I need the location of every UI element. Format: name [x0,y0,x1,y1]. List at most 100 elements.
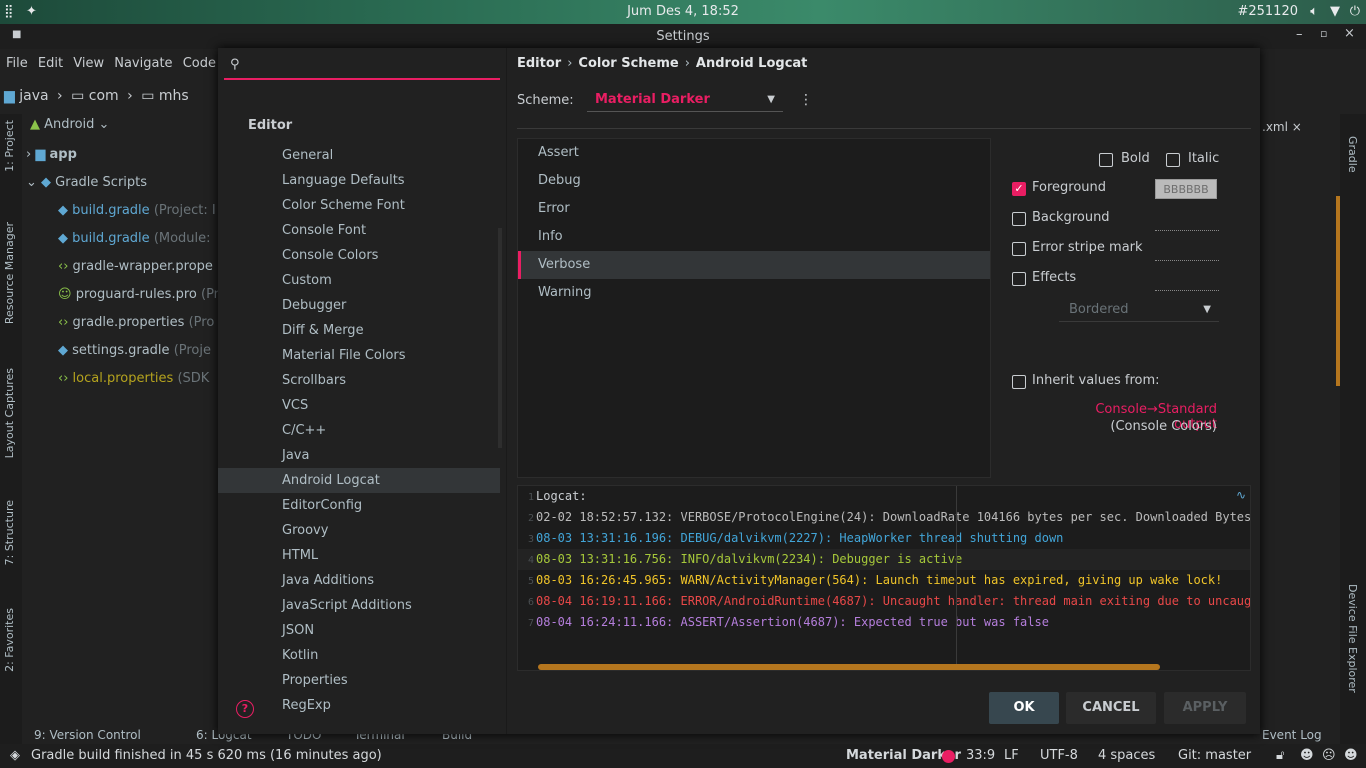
nav-item[interactable]: Groovy [282,518,328,543]
menu-navigate[interactable]: Navigate [114,56,172,71]
tab-structure[interactable]: 7: Structure [3,500,16,565]
crumb-mhs[interactable]: mhs [159,88,189,104]
nav-item[interactable]: Language Defaults [282,168,405,193]
inherit-checkbox[interactable] [1012,375,1026,389]
search-input[interactable] [252,56,492,76]
vcs-branch[interactable]: Git: master [1178,744,1251,768]
tree-item-app[interactable]: › ▆ app [26,141,222,169]
tab-project[interactable]: 1: Project [3,120,16,172]
crumb-com[interactable]: com [89,88,119,104]
close-icon[interactable]: × [1292,120,1302,134]
face-icon[interactable]: ☹ [1322,744,1336,768]
project-tree: ▲ Android ⌄ › ▆ app ⌄ ◆ Gradle Scripts ◆… [22,117,222,719]
italic-checkbox[interactable] [1166,153,1180,167]
nav-item[interactable]: Console Colors [282,243,378,268]
menu-code[interactable]: Code [183,56,216,71]
settings-nav-tree: Editor General Language Defaults Color S… [218,82,500,713]
nav-item[interactable]: Debugger [282,293,346,318]
nav-item[interactable]: Scrollbars [282,368,346,393]
volume-icon[interactable]: 🔈︎ [1310,4,1318,19]
italic-label: Italic [1188,151,1220,166]
list-item[interactable]: Assert [518,139,990,167]
nav-item[interactable]: Material File Colors [282,343,406,368]
editor-scroll-marker [1336,196,1340,386]
line-separator[interactable]: LF [1004,744,1019,768]
window-menu-icon[interactable]: ■ [12,29,21,40]
nav-item[interactable]: General [282,143,333,168]
list-item[interactable]: Debug [518,167,990,195]
chevron-right-icon: › [684,56,690,71]
indent-setting[interactable]: 4 spaces [1098,744,1155,768]
crumb-java[interactable]: java [19,88,48,104]
analyze-icon[interactable]: ∿ [1236,488,1246,502]
logcat-preview[interactable]: 1 Logcat: 2 02-02 18:52:57.132: VERBOSE/Pr… [517,485,1251,671]
background-checkbox[interactable] [1012,212,1026,226]
lock-icon[interactable]: 🔓︎ [1276,744,1284,768]
minimize-icon[interactable]: – [1296,27,1303,42]
nav-item[interactable]: Diff & Merge [282,318,364,343]
nav-item[interactable]: JavaScript Additions [282,593,412,618]
power-icon[interactable]: ⏻ [1350,4,1360,19]
nav-item[interactable]: Color Scheme Font [282,193,405,218]
effects-color-field[interactable] [1155,290,1219,291]
wifi-icon[interactable]: ▼ [1330,4,1340,19]
nav-header-editor[interactable]: Editor [248,118,292,133]
nav-item[interactable]: Java Additions [282,568,374,593]
list-item[interactable]: Info [518,223,990,251]
foreground-checkbox[interactable]: ✓ [1012,182,1026,196]
menu-view[interactable]: View [73,56,104,71]
face-icon[interactable]: ☻ [1300,744,1314,768]
effects-type-select[interactable]: Bordered ▼ [1059,298,1219,322]
clock[interactable]: Jum Des 4, 18:52 [0,4,1366,19]
bold-checkbox[interactable] [1099,153,1113,167]
tab-favorites[interactable]: 2: Favorites [3,608,16,672]
nav-item-selected[interactable]: Android Logcat [218,468,500,493]
tab-device-file-explorer[interactable]: Device File Explorer [1346,584,1359,693]
nav-item[interactable]: EditorConfig [282,493,362,518]
file-encoding[interactable]: UTF-8 [1040,744,1078,768]
nav-item[interactable]: JSON [282,618,314,643]
nav-item[interactable]: Console Font [282,218,366,243]
menu-file[interactable]: File [6,56,28,71]
nav-scrollbar[interactable] [498,228,502,448]
apply-button[interactable]: APPLY [1164,692,1246,724]
scheme-select[interactable]: Material Darker ▼ [587,88,783,112]
tab-version-control[interactable]: 9: Version Control [34,724,141,746]
tab-event-log[interactable]: Event Log [1262,724,1322,746]
nav-item[interactable]: VCS [282,393,308,418]
error-stripe-color-field[interactable] [1155,260,1219,261]
cursor-position[interactable]: 33:9 [966,744,995,768]
tab-layout-captures[interactable]: Layout Captures [3,368,16,458]
nav-item[interactable]: C/C++ [282,418,326,443]
search-icon: ⚲ [230,57,240,72]
right-margin-guide [956,486,957,670]
tab-gradle[interactable]: Gradle [1346,136,1359,173]
tree-item-gradle-scripts[interactable]: ⌄ ◆ Gradle Scripts [26,169,222,197]
preview-scrollbar[interactable] [538,664,1160,670]
editor-tab[interactable]: .xml × [1262,120,1302,134]
ok-button[interactable]: OK [989,692,1059,724]
list-item[interactable]: Warning [518,279,990,307]
project-view-select[interactable]: ▲ Android ⌄ [30,111,226,139]
help-icon[interactable]: ? [236,700,254,718]
foreground-color-swatch[interactable]: BBBBBB [1155,179,1217,199]
nav-item[interactable]: HTML [282,543,318,568]
status-message[interactable]: Gradle build finished in 45 s 620 ms (16… [31,744,382,768]
nav-item[interactable]: Java [282,443,309,468]
list-item[interactable]: Error [518,195,990,223]
close-icon[interactable]: × [1344,26,1355,41]
nav-item[interactable]: RegExp [282,693,331,718]
list-item-selected[interactable]: Verbose [518,251,990,279]
background-color-field[interactable] [1155,230,1219,231]
effects-checkbox[interactable] [1012,272,1026,286]
maximize-icon[interactable]: ▫ [1320,27,1327,40]
nav-item[interactable]: Properties [282,668,348,693]
menu-edit[interactable]: Edit [38,56,63,71]
nav-item[interactable]: Kotlin [282,643,318,668]
cancel-button[interactable]: CANCEL [1066,692,1156,724]
tab-resource-manager[interactable]: Resource Manager [3,222,16,324]
error-stripe-checkbox[interactable] [1012,242,1026,256]
more-options-icon[interactable]: ⋮ [799,92,813,108]
nav-item[interactable]: Custom [282,268,332,293]
face-icon[interactable]: ☻ [1344,744,1358,768]
